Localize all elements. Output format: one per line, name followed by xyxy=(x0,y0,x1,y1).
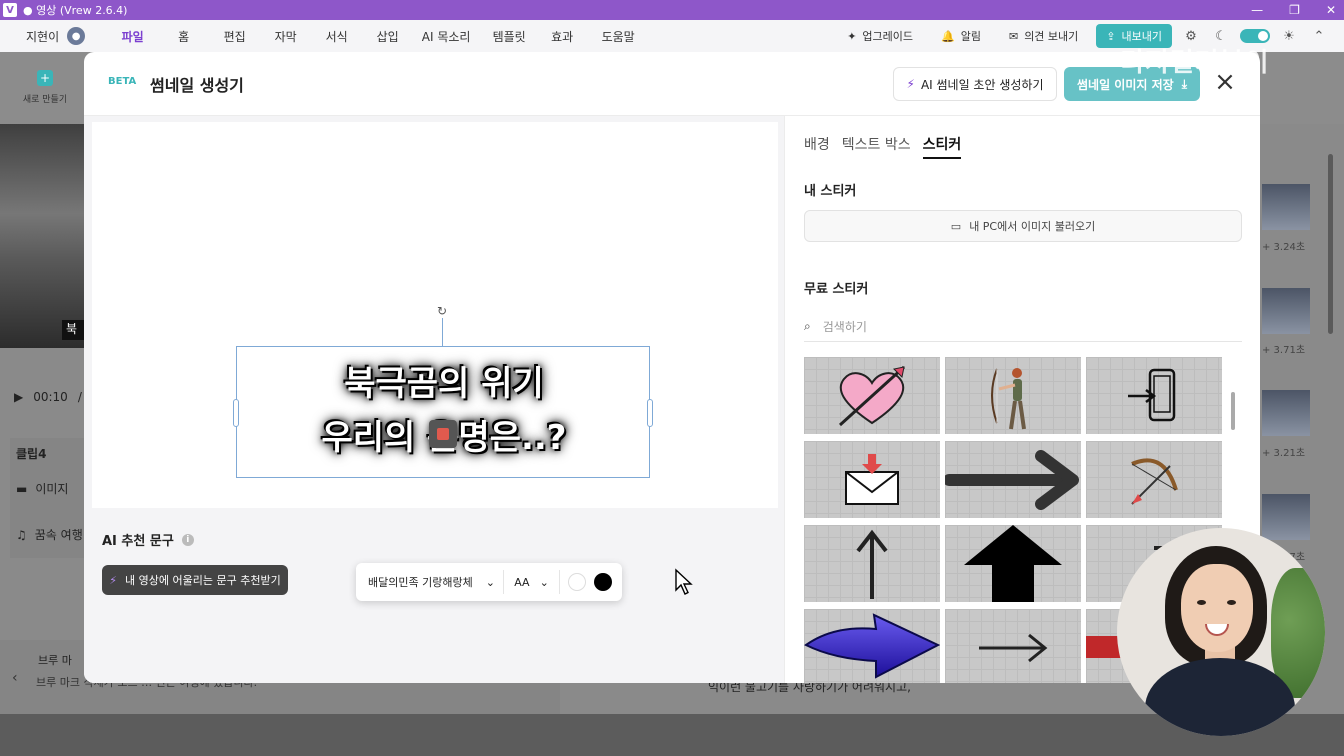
bow-arrow-sticker[interactable] xyxy=(1086,441,1222,518)
modal-title: 썸네일 생성기 xyxy=(150,76,244,95)
notification-button[interactable]: 🔔 알림 xyxy=(931,24,991,48)
info-icon[interactable]: i xyxy=(181,533,194,546)
heart-arrow-sticker[interactable] xyxy=(804,357,940,434)
collapse-icon[interactable]: ⌃ xyxy=(1308,25,1330,47)
thumbnail-text[interactable]: 북극곰의 위기 우리의 운명은..? xyxy=(237,357,651,465)
search-icon: ⌕ xyxy=(804,319,811,333)
canvas-area: ↻ 북극곰의 위기 우리의 운명은..? 배달의민족 기랑해랑체 ⌄ AA ⌄ … xyxy=(84,116,784,683)
mouse-cursor-icon xyxy=(675,568,693,595)
minimize-icon[interactable]: — xyxy=(1251,3,1263,17)
clip-image-row: ▬ 이미지 xyxy=(16,481,69,497)
menu-effect[interactable]: 효과 xyxy=(539,28,585,45)
blue-arrow-sticker[interactable] xyxy=(804,609,940,683)
background-scrollbar xyxy=(1328,154,1333,334)
play-icon: ▶ xyxy=(14,390,24,404)
channel-watermark: 디지털거북이 xyxy=(1120,48,1270,78)
arrow-right-outline-sticker[interactable] xyxy=(945,609,1081,683)
text-box-selection[interactable]: 북극곰의 위기 우리의 운명은..? xyxy=(233,346,653,478)
thumbnail-text-line-1: 북극곰의 위기 xyxy=(344,364,544,404)
archer-sticker[interactable] xyxy=(945,357,1081,434)
ai-thumbnail-draft-button[interactable]: ⚡ AI 썸네일 초안 생성하기 xyxy=(893,67,1057,101)
upgrade-icon: ✦ xyxy=(847,29,857,43)
upgrade-button[interactable]: ✦ 업그레이드 xyxy=(837,24,923,48)
clip-title: 클립4 xyxy=(16,447,47,461)
title-bar: V ● 영상 (Vrew 2.6.4) — ❐ ✕ xyxy=(0,0,1344,20)
my-stickers-title: 내 스티커 xyxy=(804,184,857,199)
free-stickers-title: 무료 스티커 xyxy=(804,282,869,297)
chevron-down-icon: ⌄ xyxy=(539,575,549,589)
clip-thumbnail xyxy=(1262,288,1310,334)
menu-ai-voice[interactable]: AI 목소리 xyxy=(413,28,479,45)
text-color-swatch[interactable] xyxy=(568,573,586,591)
clip-thumbnail xyxy=(1262,494,1310,540)
vrew-app-icon: V xyxy=(3,3,17,17)
chevron-left-icon: ‹ xyxy=(12,670,18,686)
text-format-toolbar: 배달의민족 기랑해랑체 ⌄ AA ⌄ xyxy=(356,563,622,601)
presenter-webcam xyxy=(1117,528,1325,736)
rotate-icon[interactable]: ↻ xyxy=(435,304,449,318)
menu-format[interactable]: 서식 xyxy=(311,28,362,45)
font-select[interactable]: 배달의민족 기랑해랑체 ⌄ xyxy=(356,570,504,594)
close-window-icon[interactable]: ✕ xyxy=(1326,3,1336,17)
menu-home[interactable]: 홈 xyxy=(158,28,209,45)
window-title: ● 영상 (Vrew 2.6.4) xyxy=(23,4,128,17)
feedback-button[interactable]: ✉ 의견 보내기 xyxy=(999,24,1088,48)
modal-header: BETA 썸네일 생성기 ⚡ AI 썸네일 초안 생성하기 썸네일 이미지 저장… xyxy=(84,52,1260,116)
delete-element-button[interactable] xyxy=(429,420,457,448)
bell-icon: 🔔 xyxy=(941,29,955,43)
lightning-icon: ⚡ xyxy=(109,573,118,587)
trash-icon xyxy=(437,428,449,440)
menu-edit[interactable]: 편집 xyxy=(209,28,260,45)
clip-music-row: ♫ 꿈속 여행 xyxy=(16,527,83,543)
mail-sticker[interactable] xyxy=(804,441,940,518)
clip-thumbnail xyxy=(1262,390,1310,436)
arrow-up-outline-sticker[interactable] xyxy=(804,525,940,602)
tab-background[interactable]: 배경 xyxy=(804,134,830,159)
user-menu[interactable]: 지현이 ● xyxy=(26,27,86,45)
chevron-down-icon: ⌄ xyxy=(485,575,495,589)
playback-controls: ▶ 00:10 / xyxy=(14,390,82,404)
load-from-pc-button[interactable]: ▭ 내 PC에서 이미지 불러오기 xyxy=(804,210,1242,242)
monitor-icon: ▭ xyxy=(950,219,962,233)
menu-help[interactable]: 도움말 xyxy=(585,28,651,45)
stroke-color-swatch[interactable] xyxy=(594,573,612,591)
ai-suggestion-label: AI 추천 문구 i xyxy=(102,530,194,549)
mail-icon: ✉ xyxy=(1008,29,1019,43)
beta-badge: BETA xyxy=(108,76,137,87)
image-icon: ▬ xyxy=(16,481,28,496)
arrow-up-black-sticker[interactable] xyxy=(945,525,1081,602)
phone-login-sticker[interactable] xyxy=(1086,357,1222,434)
user-avatar-icon: ● xyxy=(67,27,86,45)
user-name: 지현이 xyxy=(26,29,60,44)
panel-scrollbar[interactable] xyxy=(1231,392,1235,430)
music-icon: ♫ xyxy=(16,527,27,542)
maximize-icon[interactable]: ❐ xyxy=(1289,3,1300,17)
sticker-search: ⌕ xyxy=(804,312,1242,342)
tab-sticker[interactable]: 스티커 xyxy=(922,134,962,159)
clip-thumbnail xyxy=(1262,184,1310,230)
arrow-right-thick-sticker[interactable] xyxy=(945,441,1081,518)
menu-template[interactable]: 템플릿 xyxy=(479,28,539,45)
theme-toggle[interactable] xyxy=(1240,29,1270,43)
new-project-button: + 새로 만들기 xyxy=(22,70,68,105)
font-size-select[interactable]: AA ⌄ xyxy=(504,570,560,594)
plus-icon: + xyxy=(37,70,53,86)
thumbnail-canvas[interactable]: ↻ 북극곰의 위기 우리의 운명은..? xyxy=(92,122,778,508)
video-caption: 북 xyxy=(62,320,84,340)
lightning-icon: ⚡ xyxy=(906,77,915,91)
font-size-icon: AA xyxy=(514,575,530,589)
sun-icon[interactable]: ☀ xyxy=(1278,25,1300,47)
ai-suggest-phrase-button[interactable]: ⚡ 내 영상에 어울리는 문구 추천받기 xyxy=(102,565,288,595)
menu-subtitle[interactable]: 자막 xyxy=(260,28,311,45)
menu-file[interactable]: 파일 xyxy=(107,28,158,45)
export-icon: ⇪ xyxy=(1106,29,1116,43)
tab-text-box[interactable]: 텍스트 박스 xyxy=(842,134,911,159)
sticker-search-input[interactable] xyxy=(822,319,1203,334)
video-preview: 북 xyxy=(0,124,84,348)
thumbnail-generator-modal: BETA 썸네일 생성기 ⚡ AI 썸네일 초안 생성하기 썸네일 이미지 저장… xyxy=(84,52,1260,683)
menu-insert[interactable]: 삽입 xyxy=(362,28,413,45)
